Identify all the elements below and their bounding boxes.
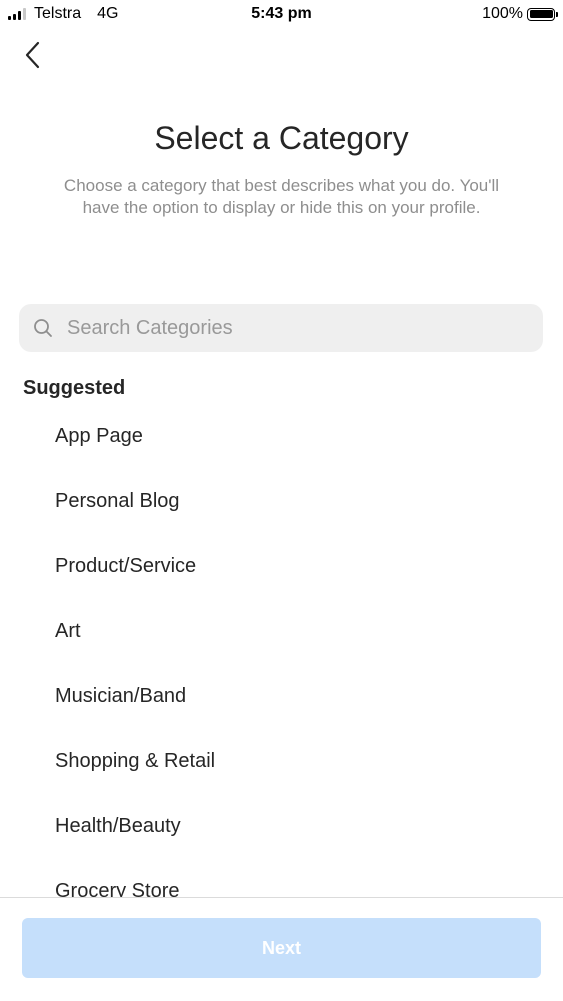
chevron-left-icon: [25, 41, 40, 69]
suggested-heading: Suggested: [23, 377, 126, 399]
category-item[interactable]: Musician/Band: [0, 667, 563, 732]
back-button[interactable]: [18, 38, 50, 74]
page-title: Select a Category: [154, 120, 409, 156]
battery-percentage: 100%: [482, 5, 523, 22]
next-button[interactable]: Next: [22, 918, 541, 978]
category-item[interactable]: Shopping & Retail: [0, 732, 563, 797]
category-item[interactable]: Health/Beauty: [0, 797, 563, 862]
category-item[interactable]: App Page: [0, 407, 563, 472]
category-item[interactable]: Product/Service: [0, 537, 563, 602]
category-item[interactable]: Grocery Store: [0, 862, 563, 897]
category-list: App Page Personal Blog Product/Service A…: [0, 407, 563, 897]
search-bar[interactable]: [19, 304, 543, 352]
status-right: 100%: [482, 5, 558, 23]
category-item[interactable]: Art: [0, 602, 563, 667]
search-icon: [34, 319, 52, 337]
search-input[interactable]: [65, 315, 509, 341]
category-item[interactable]: Personal Blog: [0, 472, 563, 537]
battery-icon: [527, 7, 558, 21]
page-subtitle: Choose a category that best describes wh…: [63, 176, 500, 217]
status-bar: Telstra 4G 5:43 pm 100%: [0, 0, 563, 30]
bottom-bar: Next: [0, 897, 563, 1001]
status-time: 5:43 pm: [251, 5, 312, 22]
